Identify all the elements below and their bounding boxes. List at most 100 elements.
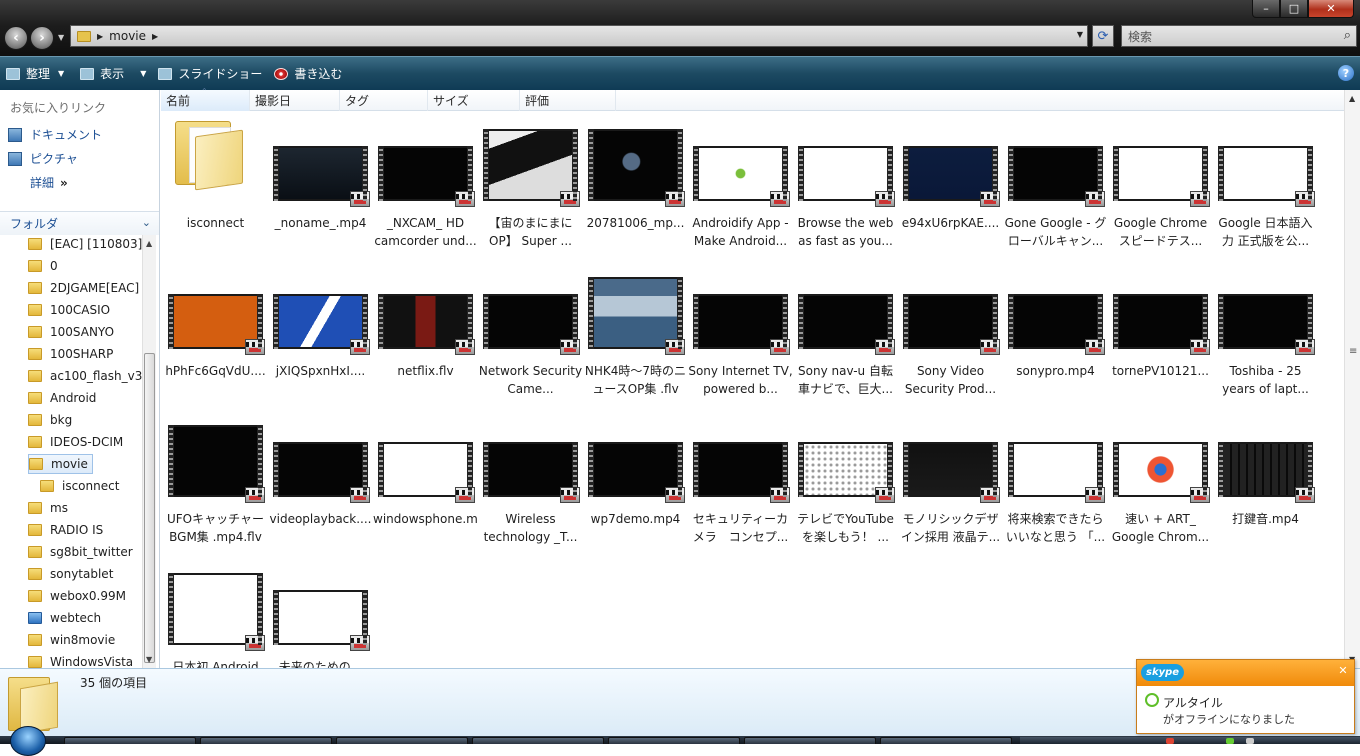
tray-icon[interactable]: [1166, 738, 1174, 744]
video-file-item[interactable]: Google 日本語入力 正式版を公...: [1213, 111, 1318, 259]
scroll-down-icon[interactable]: ▼: [146, 655, 152, 664]
slideshow-button[interactable]: スライドショー: [152, 61, 268, 87]
breadcrumb-arrow-icon[interactable]: ▶: [97, 32, 103, 41]
tree-item[interactable]: movie: [28, 454, 93, 474]
video-file-item[interactable]: NHK4時〜7時のニュースOP集 .flv: [583, 259, 688, 407]
taskbar-button[interactable]: [744, 737, 876, 744]
taskbar-button[interactable]: [200, 737, 332, 744]
video-file-item[interactable]: モノリシックデザイン採用 液晶テ...: [898, 407, 1003, 555]
video-file-item[interactable]: テレビでYouTubeを楽しもう！ ...: [793, 407, 898, 555]
tree-item[interactable]: 100SANYO: [28, 322, 114, 342]
more-links[interactable]: 詳細 »: [30, 174, 68, 191]
tree-item[interactable]: 0: [28, 256, 58, 276]
tree-item[interactable]: Android: [28, 388, 96, 408]
video-file-item[interactable]: windowsphone.mp4: [373, 407, 478, 555]
video-file-item[interactable]: Androidify App - Make Android...: [688, 111, 793, 259]
views-button[interactable]: 表示 ▼: [74, 61, 152, 87]
tree-item[interactable]: win8movie: [28, 630, 115, 650]
video-file-item[interactable]: Google Chrome スピードテス...: [1108, 111, 1213, 259]
video-file-item[interactable]: Network Security Came...: [478, 259, 583, 407]
start-button[interactable]: [10, 726, 46, 756]
minimize-button[interactable]: –: [1252, 0, 1280, 18]
video-file-item[interactable]: tornePV10121...: [1108, 259, 1213, 407]
recent-pages-dropdown[interactable]: ▼: [58, 33, 64, 42]
video-file-item[interactable]: sonypro.mp4: [1003, 259, 1108, 407]
burn-button[interactable]: 書き込む: [268, 61, 348, 87]
video-file-item[interactable]: Sony nav-u 自転車ナビで、巨大...: [793, 259, 898, 407]
close-button[interactable]: ✕: [1308, 0, 1354, 18]
file-list-scrollbar[interactable]: ▲ ≡ ▼: [1344, 90, 1360, 668]
video-file-item[interactable]: videoplayback....: [268, 407, 373, 555]
column-date-taken[interactable]: 撮影日: [250, 90, 340, 111]
video-file-item[interactable]: wp7demo.mp4: [583, 407, 688, 555]
video-file-item[interactable]: Toshiba - 25 years of lapt...: [1213, 259, 1318, 407]
refresh-button[interactable]: ⟳: [1092, 25, 1114, 47]
video-file-item[interactable]: 打鍵音.mp4: [1213, 407, 1318, 555]
scrollbar-thumb[interactable]: [144, 353, 155, 663]
maximize-button[interactable]: □: [1280, 0, 1308, 18]
column-rating[interactable]: 評価: [520, 90, 616, 111]
video-file-item[interactable]: hPhFc6GqVdU....: [163, 259, 268, 407]
back-button[interactable]: ‹: [4, 26, 28, 50]
skype-notification[interactable]: skype ✕ アルタイル がオフラインになりました: [1136, 659, 1355, 734]
favorite-pictures[interactable]: ピクチャ: [8, 150, 78, 167]
video-file-item[interactable]: _NXCAM_ HD camcorder und...: [373, 111, 478, 259]
tree-item[interactable]: sonytablet: [28, 564, 113, 584]
organize-button[interactable]: 整理 ▼: [0, 61, 70, 87]
scrollbar-grip[interactable]: ≡: [1349, 346, 1357, 357]
column-tags[interactable]: タグ: [340, 90, 428, 111]
video-file-item[interactable]: 20781006_mp...: [583, 111, 688, 259]
tree-item[interactable]: WindowsVista: [28, 652, 133, 668]
video-file-item[interactable]: jXIQSpxnHxI....: [268, 259, 373, 407]
forward-button[interactable]: ›: [30, 26, 54, 50]
video-file-item[interactable]: 日本初 Android 搭...: [163, 555, 268, 668]
folder-tree-scrollbar[interactable]: ▲ ▼: [142, 235, 156, 668]
video-file-item[interactable]: 未来のための...: [268, 555, 373, 668]
tree-item[interactable]: bkg: [28, 410, 72, 430]
video-file-item[interactable]: セキュリティーカメラ コンセプ...: [688, 407, 793, 555]
video-file-item[interactable]: _noname_.mp4: [268, 111, 373, 259]
video-file-item[interactable]: 将来検索できたらいいなと思う 「...: [1003, 407, 1108, 555]
address-dropdown-icon[interactable]: ▼: [1077, 30, 1083, 39]
video-file-item[interactable]: e94xU6rpKAE....: [898, 111, 1003, 259]
tree-item[interactable]: webox0.99M: [28, 586, 126, 606]
video-file-item[interactable]: 速い + ART_ Google Chrom...: [1108, 407, 1213, 555]
breadcrumb-movie[interactable]: movie: [109, 29, 146, 43]
help-icon[interactable]: ?: [1338, 65, 1354, 81]
video-file-item[interactable]: Sony Video Security Prod...: [898, 259, 1003, 407]
skype-tray-icon[interactable]: [1226, 738, 1234, 744]
tray-icon[interactable]: [1246, 738, 1254, 744]
search-input[interactable]: 検索 ⌕: [1121, 25, 1357, 47]
tree-item[interactable]: 100CASIO: [28, 300, 110, 320]
taskbar-button[interactable]: [64, 737, 196, 744]
search-icon[interactable]: ⌕: [1344, 28, 1351, 43]
taskbar-button[interactable]: [472, 737, 604, 744]
scroll-up-icon[interactable]: ▲: [146, 239, 152, 248]
close-icon[interactable]: ✕: [1336, 664, 1350, 678]
video-file-item[interactable]: UFOキャッチャーBGM集 .mp4.flv: [163, 407, 268, 555]
video-file-item[interactable]: netflix.flv: [373, 259, 478, 407]
tree-item[interactable]: ac100_flash_v3: [28, 366, 142, 386]
folders-header[interactable]: フォルダ ⌄: [0, 211, 159, 235]
video-file-item[interactable]: Gone Google - グローバルキャン...: [1003, 111, 1108, 259]
tree-item[interactable]: isconnect: [40, 476, 119, 496]
folder-item[interactable]: isconnect: [163, 111, 268, 259]
favorite-documents[interactable]: ドキュメント: [8, 126, 102, 143]
taskbar-button[interactable]: [880, 737, 1012, 744]
tree-item[interactable]: 100SHARP: [28, 344, 113, 364]
breadcrumb-arrow-icon[interactable]: ▶: [152, 32, 158, 41]
tree-item[interactable]: sg8bit_twitter: [28, 542, 133, 562]
column-size[interactable]: サイズ: [428, 90, 520, 111]
tree-item[interactable]: RADIO IS: [28, 520, 103, 540]
tree-item[interactable]: 2DJGAME[EAC]: [28, 278, 139, 298]
video-file-item[interactable]: Browse the web as fast as you...: [793, 111, 898, 259]
video-file-item[interactable]: Sony Internet TV, powered b...: [688, 259, 793, 407]
taskbar-button[interactable]: [336, 737, 468, 744]
taskbar-button[interactable]: [608, 737, 740, 744]
tree-item[interactable]: webtech: [28, 608, 101, 628]
tree-item[interactable]: IDEOS-DCIM: [28, 432, 123, 452]
scroll-up-icon[interactable]: ▲: [1349, 94, 1355, 103]
tree-item[interactable]: [EAC] [110803]: [28, 235, 142, 254]
video-file-item[interactable]: 【宙のまにまに OP】 Super ...: [478, 111, 583, 259]
tree-item[interactable]: ms: [28, 498, 68, 518]
